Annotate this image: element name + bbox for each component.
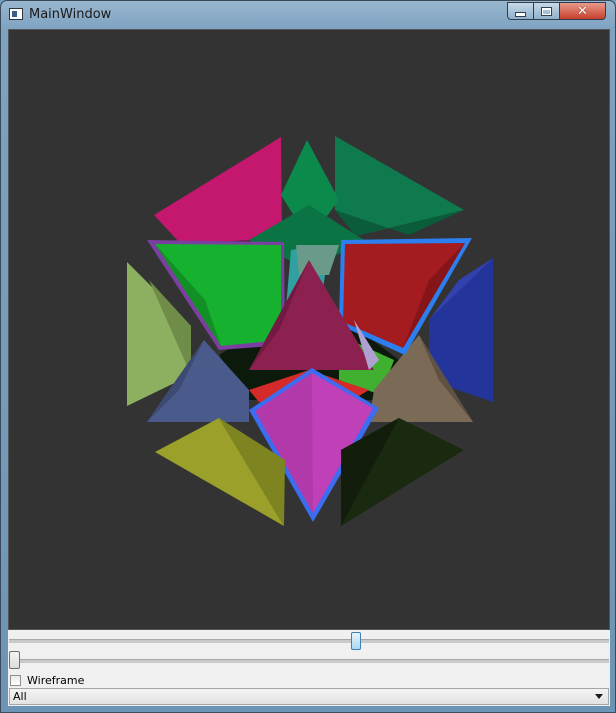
wireframe-label[interactable]: Wireframe <box>27 674 84 687</box>
wireframe-checkbox[interactable] <box>10 674 21 686</box>
rotation-slider-groove <box>9 639 609 643</box>
client-area: Wireframe All <box>8 29 610 706</box>
maximize-icon <box>541 6 552 16</box>
title-bar[interactable]: MainWindow ✕ <box>1 1 615 29</box>
app-icon <box>9 8 23 20</box>
rotation-slider-handle[interactable] <box>351 632 361 650</box>
close-button[interactable]: ✕ <box>559 2 606 20</box>
wireframe-row[interactable]: Wireframe <box>10 672 84 688</box>
zoom-slider[interactable] <box>8 651 610 672</box>
3d-viewport[interactable] <box>8 29 610 630</box>
rotation-slider[interactable] <box>8 630 610 652</box>
chevron-down-icon <box>595 694 603 699</box>
close-icon: ✕ <box>577 3 588 19</box>
grey-teal <box>296 245 339 275</box>
filter-selected-value: All <box>13 690 27 703</box>
zoom-slider-handle[interactable] <box>9 651 20 669</box>
main-window: MainWindow ✕ Wireframe All <box>0 0 616 713</box>
maximize-button[interactable] <box>533 2 560 20</box>
zoom-slider-groove <box>9 659 609 663</box>
filter-combobox[interactable]: All <box>9 688 609 705</box>
window-title: MainWindow <box>29 7 112 22</box>
minimize-icon <box>515 11 526 17</box>
magenta-tetra <box>154 137 282 242</box>
polyhedra-scene <box>127 136 493 526</box>
minimize-button[interactable] <box>507 2 534 20</box>
